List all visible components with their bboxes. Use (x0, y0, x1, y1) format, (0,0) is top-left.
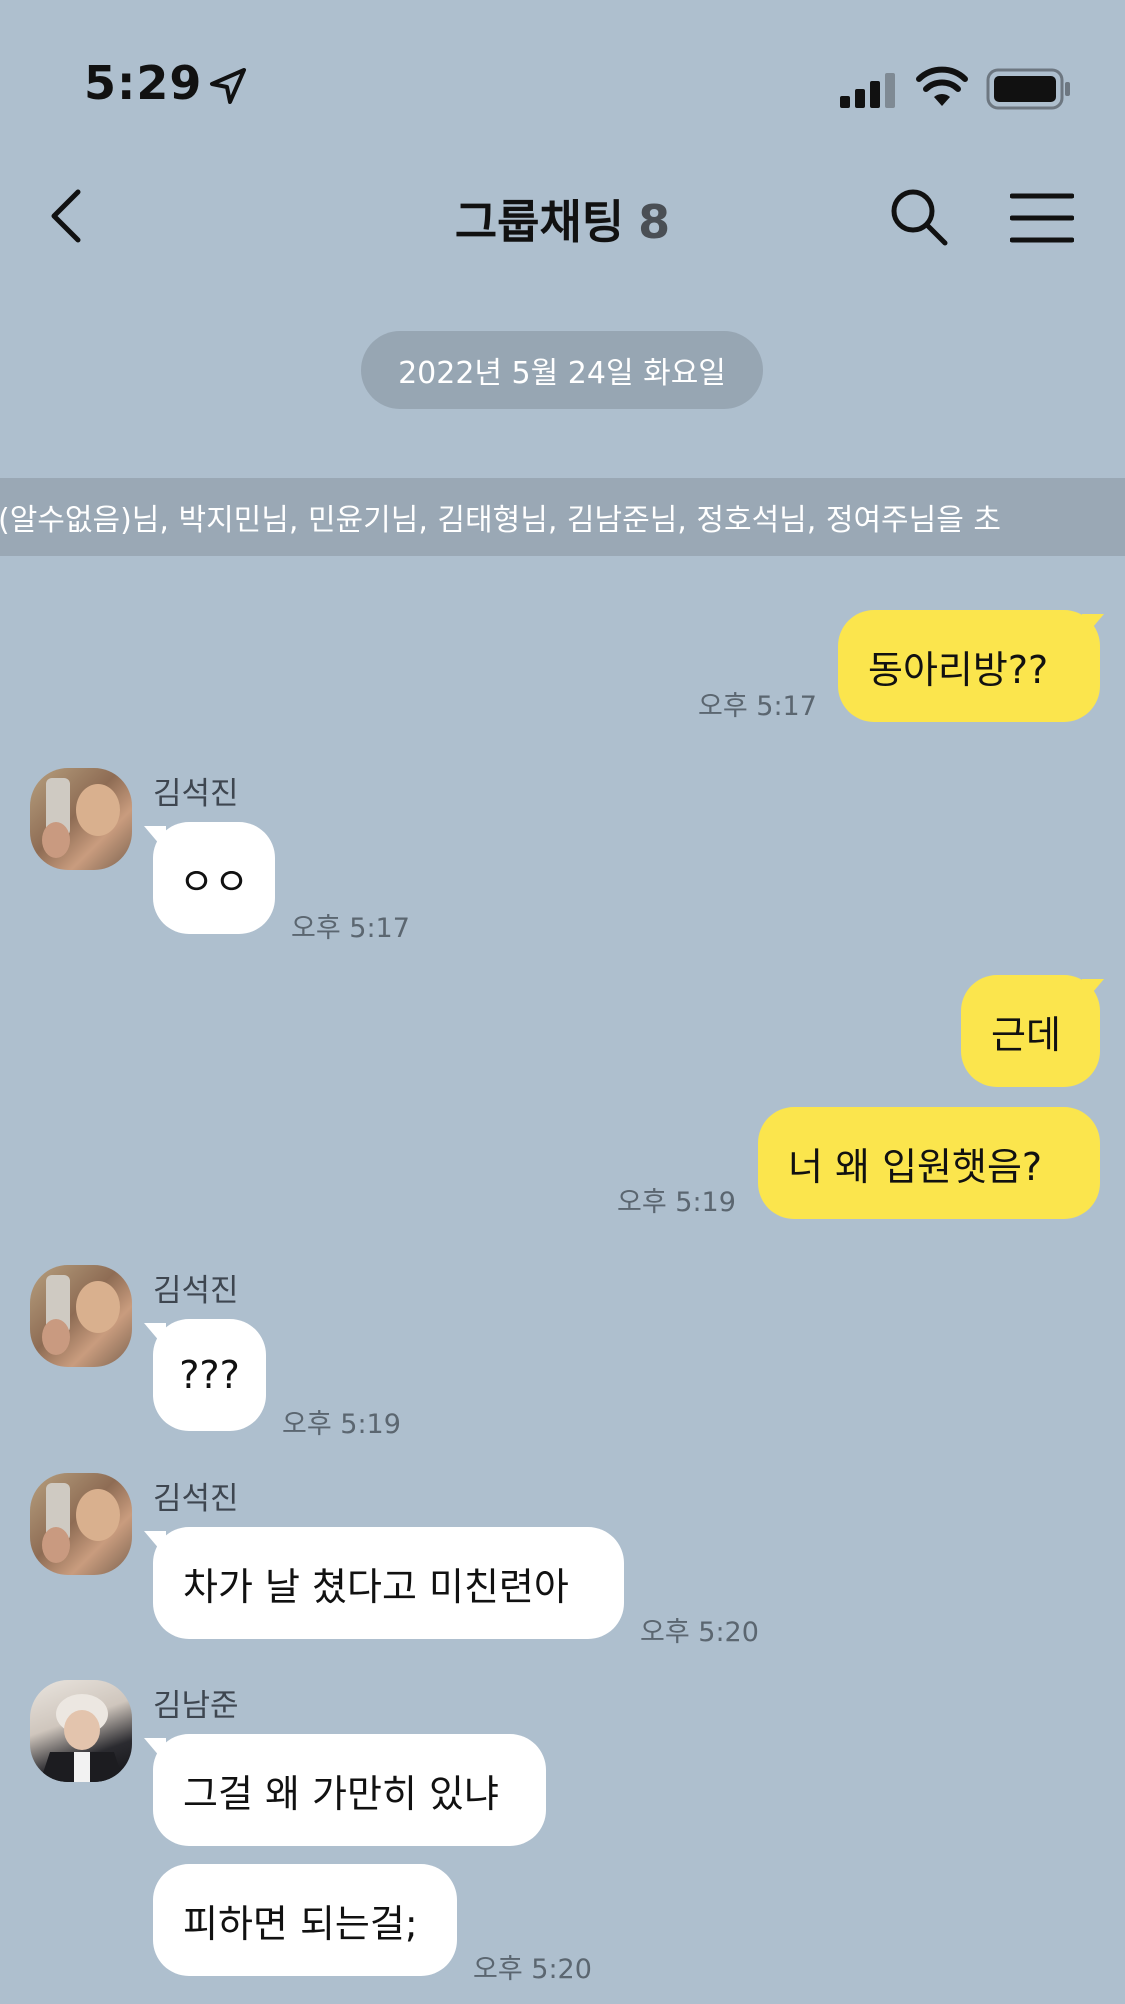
their-message-bubble[interactable]: 차가 날 쳤다고 미친련아 (153, 1527, 624, 1639)
invite-notice-text: (알수없음)님, 박지민님, 민윤기님, 김태형님, 김남준님, 정호석님, 정… (0, 503, 1001, 538)
avatar[interactable] (30, 1680, 132, 1782)
invite-notice: (알수없음)님, 박지민님, 민윤기님, 김태형님, 김남준님, 정호석님, 정… (0, 478, 1125, 556)
message-timestamp: 오후 5:20 (640, 1617, 759, 1648)
avatar[interactable] (30, 1265, 132, 1367)
message-timestamp: 오후 5:20 (473, 1954, 592, 1985)
profile-photo-icon (40, 1694, 124, 1782)
sender-name: 김석진 (153, 1481, 239, 1517)
bubble-tail (1082, 979, 1104, 1005)
sender-name: 김석진 (153, 776, 239, 812)
message-timestamp: 오후 5:19 (617, 1187, 736, 1218)
message-timestamp: 오후 5:17 (291, 913, 410, 944)
sender-name: 김석진 (153, 1273, 239, 1309)
avatar[interactable] (30, 768, 132, 870)
chat-title-text: 그룹채팅 (454, 195, 625, 249)
my-message-bubble[interactable]: 너 왜 입원햇음? (758, 1107, 1100, 1219)
search-icon[interactable] (888, 186, 950, 248)
their-message-bubble[interactable]: 피하면 되는걸; (153, 1864, 457, 1976)
sender-name: 김남준 (153, 1688, 239, 1724)
profile-photo-icon (42, 1483, 120, 1563)
their-message-bubble[interactable]: 그걸 왜 가만히 있냐 (153, 1734, 546, 1846)
location-arrow-icon (210, 68, 246, 104)
profile-photo-icon (42, 778, 120, 858)
chat-title: 그룹채팅 8 (0, 186, 1125, 252)
wifi-icon (916, 66, 968, 106)
bubble-tail (1082, 614, 1104, 640)
bubble-tail (144, 1323, 166, 1349)
my-message-bubble[interactable]: 동아리방?? (838, 610, 1100, 722)
my-message-bubble[interactable]: 근데 (961, 975, 1100, 1087)
cellular-signal-icon (840, 73, 895, 108)
message-timestamp: 오후 5:19 (282, 1409, 401, 1440)
profile-photo-icon (42, 1275, 120, 1355)
battery-icon (986, 68, 1070, 110)
bubble-tail (144, 826, 166, 852)
their-message-bubble[interactable]: ㅇㅇ (153, 822, 275, 934)
hamburger-menu-icon[interactable] (1010, 192, 1074, 244)
avatar[interactable] (30, 1473, 132, 1575)
date-divider: 2022년 5월 24일 화요일 (361, 331, 763, 409)
message-timestamp: 오후 5:17 (698, 691, 817, 722)
status-time: 5:29 (84, 56, 203, 110)
bubble-tail (144, 1738, 166, 1764)
bubble-tail (144, 1531, 166, 1557)
their-message-bubble[interactable]: ??? (153, 1319, 266, 1431)
member-count: 8 (638, 195, 671, 249)
